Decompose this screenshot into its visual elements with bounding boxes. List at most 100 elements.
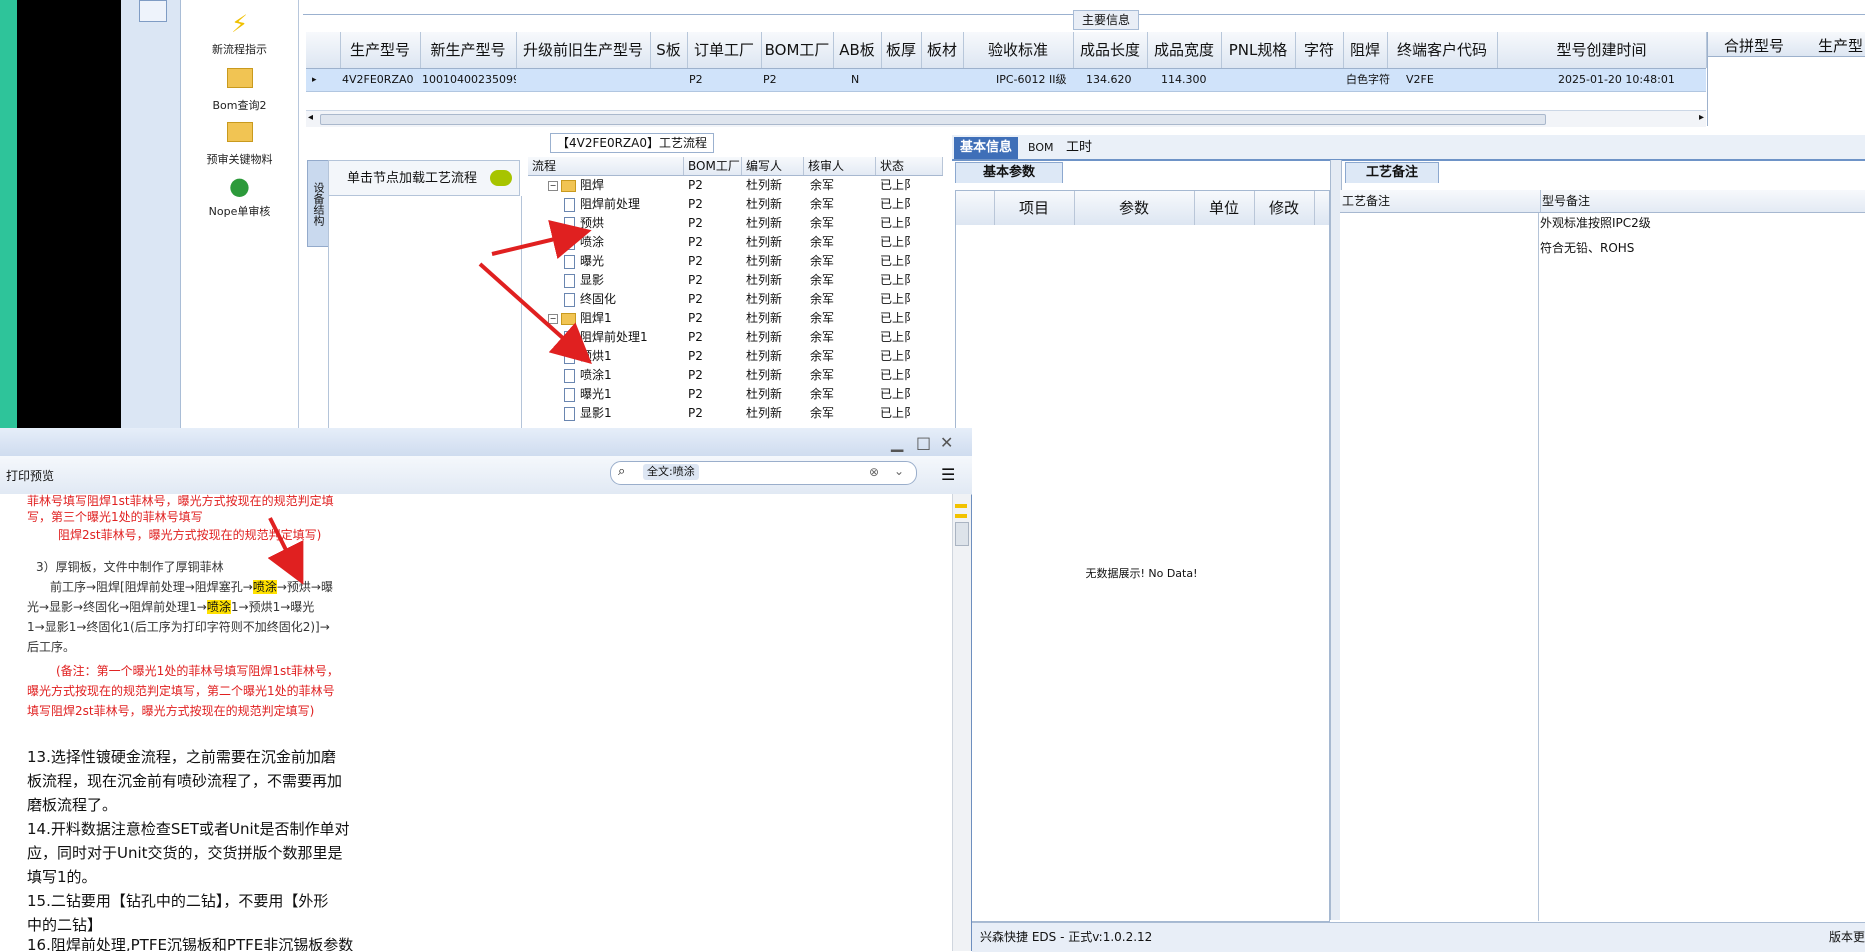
flow-node-factory: P2 bbox=[688, 216, 703, 230]
column-header[interactable]: 升级前旧生产型号 bbox=[516, 32, 651, 68]
flow-tree-row[interactable]: 终固化 P2 杜列新 余军 已上阝 bbox=[528, 290, 943, 309]
flow-tree-row[interactable]: 曝光 P2 杜列新 余军 已上阝 bbox=[528, 252, 943, 271]
scroll-right-icon[interactable]: ▸ bbox=[1699, 112, 1704, 123]
cell-order-factory: P2 bbox=[689, 73, 703, 86]
flow-tree-row[interactable]: 预烘1 P2 杜列新 余军 已上阝 bbox=[528, 347, 943, 366]
horizontal-scrollbar[interactable]: ◂ ▸ bbox=[306, 110, 1706, 127]
flow-node-reviewer: 余军 bbox=[810, 197, 835, 211]
cell-length: 134.620 bbox=[1086, 73, 1132, 86]
nav-item-key-material[interactable]: 预审关键物料 bbox=[181, 120, 298, 167]
tab-basic-info[interactable]: 基本信息 bbox=[954, 137, 1019, 159]
column-header[interactable]: 参数 bbox=[1074, 191, 1195, 225]
column-header[interactable]: 验收标准 bbox=[963, 32, 1074, 68]
flow-node-writer: 杜列新 bbox=[746, 197, 783, 211]
column-header[interactable]: S板 bbox=[650, 32, 688, 68]
flow-node-reviewer: 余军 bbox=[810, 349, 835, 363]
flow-tree-row[interactable]: − 阻焊1 P2 杜列新 余军 已上阝 bbox=[528, 309, 943, 328]
column-header[interactable]: 合拼型号 bbox=[1724, 35, 1784, 56]
flow-tree-row[interactable]: 喷涂 P2 杜列新 余军 已上阝 bbox=[528, 233, 943, 252]
flow-node-writer: 杜列新 bbox=[746, 387, 783, 401]
column-header[interactable]: 编写人 bbox=[742, 157, 804, 175]
flow-tree-row[interactable]: 曝光1 P2 杜列新 余军 已上阝 bbox=[528, 385, 943, 404]
doc-line: 3）厚铜板，文件中制作了厚铜菲林 bbox=[36, 560, 224, 574]
column-header[interactable]: BOM工厂 bbox=[761, 32, 834, 68]
nav-item-nope-review[interactable]: ● Nope单审核 bbox=[181, 172, 298, 219]
scroll-marker bbox=[955, 514, 967, 518]
column-header[interactable]: 生产型 bbox=[1818, 35, 1863, 56]
flow-tree-row[interactable]: 显影1 P2 杜列新 余军 已上阝 bbox=[528, 404, 943, 423]
collapse-icon[interactable]: − bbox=[548, 180, 558, 191]
column-header[interactable]: 字符 bbox=[1295, 32, 1344, 68]
preview-vertical-scrollbar[interactable] bbox=[952, 494, 971, 951]
menu-icon[interactable]: ☰ bbox=[941, 465, 955, 484]
column-header[interactable]: 修改 bbox=[1254, 191, 1315, 225]
scroll-left-icon[interactable]: ◂ bbox=[308, 112, 313, 123]
column-header[interactable]: 板厚 bbox=[881, 32, 922, 68]
column-header[interactable]: PNL规格 bbox=[1221, 32, 1296, 68]
nav-item-bom-query[interactable]: Bom查询2 bbox=[181, 66, 298, 113]
scroll-marker bbox=[955, 504, 967, 508]
flow-tree-row[interactable]: 阻焊前处理1 P2 杜列新 余军 已上阝 bbox=[528, 328, 943, 347]
flow-tree-row[interactable]: 喷涂1 P2 杜列新 余军 已上阝 bbox=[528, 366, 943, 385]
tab-work-hours[interactable]: 工时 bbox=[1060, 137, 1098, 159]
tab-craft-notes[interactable]: 工艺备注 bbox=[1345, 162, 1439, 183]
column-header[interactable]: 型号备注 bbox=[1540, 190, 1862, 212]
flow-node-status: 已上阝 bbox=[880, 178, 917, 192]
column-header[interactable]: 终端客户代码 bbox=[1387, 32, 1498, 68]
flow-node-writer: 杜列新 bbox=[746, 368, 783, 382]
tab-basic-params[interactable]: 基本参数 bbox=[955, 162, 1063, 183]
column-header[interactable]: 订单工厂 bbox=[687, 32, 762, 68]
flow-node-status: 已上阝 bbox=[880, 273, 917, 287]
flow-tree-row[interactable]: 预烘 P2 杜列新 余军 已上阝 bbox=[528, 214, 943, 233]
column-header[interactable]: 单位 bbox=[1194, 191, 1255, 225]
tab-bom[interactable]: BOM bbox=[1022, 137, 1060, 159]
row-indicator-header bbox=[306, 32, 341, 68]
scrollbar-thumb[interactable] bbox=[955, 522, 969, 546]
doc-line: 应，同时对于Unit交货的，交货拼版个数那里是 bbox=[27, 844, 343, 862]
close-icon[interactable]: ✕ bbox=[940, 433, 953, 452]
doc-line: 光→显影→终固化→阻焊前处理1→喷涂1→预烘1→曝光 bbox=[27, 598, 314, 615]
flow-node-label: 阻焊前处理 bbox=[580, 197, 641, 211]
flow-node-factory: P2 bbox=[688, 349, 703, 363]
document-icon bbox=[564, 197, 575, 212]
flow-node-factory: P2 bbox=[688, 254, 703, 268]
folder-icon bbox=[561, 179, 576, 192]
nav-item-label: Nope单审核 bbox=[208, 205, 271, 218]
cell-ab: N bbox=[851, 73, 860, 86]
column-header[interactable]: 成品宽度 bbox=[1147, 32, 1222, 68]
flow-tree-row[interactable]: 阻焊前处理 P2 杜列新 余军 已上阝 bbox=[528, 195, 943, 214]
column-header[interactable]: 核审人 bbox=[804, 157, 876, 175]
flow-node-label: 显影 bbox=[580, 273, 605, 287]
column-header[interactable]: 型号创建时间 bbox=[1497, 32, 1707, 68]
minimize-icon[interactable]: ▁ bbox=[891, 433, 903, 452]
column-header[interactable]: 板材 bbox=[921, 32, 964, 68]
flow-tree-row[interactable]: − 阻焊 P2 杜列新 余军 已上阝 bbox=[528, 176, 943, 195]
doc-line: 1→显影1→终固化1(后工序为打印字符则不加终固化2)]→ bbox=[27, 620, 330, 634]
nav-item-new-flow[interactable]: ⚡ 新流程指示 bbox=[181, 10, 298, 57]
toolbar-icon[interactable] bbox=[139, 0, 167, 22]
flow-node-factory: P2 bbox=[688, 406, 703, 420]
column-header[interactable]: 状态 bbox=[876, 157, 943, 175]
side-tab-equipment[interactable]: 设备结构 bbox=[307, 160, 329, 247]
flow-node-status: 已上阝 bbox=[880, 235, 917, 249]
maximize-icon[interactable]: □ bbox=[916, 433, 931, 452]
scrollbar-thumb[interactable] bbox=[320, 114, 1546, 125]
chevron-down-icon[interactable]: ⌄ bbox=[894, 464, 904, 478]
flow-tree-row[interactable]: 显影 P2 杜列新 余军 已上阝 bbox=[528, 271, 943, 290]
column-header[interactable]: 新生产型号 bbox=[420, 32, 517, 68]
column-header[interactable]: 生产型号 bbox=[340, 32, 421, 68]
clear-icon[interactable]: ⊗ bbox=[869, 465, 879, 479]
collapse-icon[interactable]: − bbox=[548, 313, 558, 324]
column-header[interactable]: 工艺备注 bbox=[1340, 190, 1541, 212]
column-header[interactable]: 项目 bbox=[994, 191, 1075, 225]
column-header[interactable]: 流程 bbox=[528, 157, 684, 175]
column-header[interactable]: 阻焊 bbox=[1343, 32, 1388, 68]
folder-icon bbox=[181, 120, 298, 148]
preview-titlebar[interactable] bbox=[0, 428, 972, 456]
column-header[interactable]: AB板 bbox=[833, 32, 882, 68]
column-header[interactable]: 成品长度 bbox=[1073, 32, 1148, 68]
document-icon bbox=[564, 349, 575, 364]
table-row[interactable]: ▸ 4V2FE0RZA0 10010400235099 P2 P2 N IPC-… bbox=[306, 69, 1706, 92]
column-header[interactable]: BOM工厂 bbox=[684, 157, 742, 175]
doc-line: 后工序。 bbox=[27, 640, 76, 654]
